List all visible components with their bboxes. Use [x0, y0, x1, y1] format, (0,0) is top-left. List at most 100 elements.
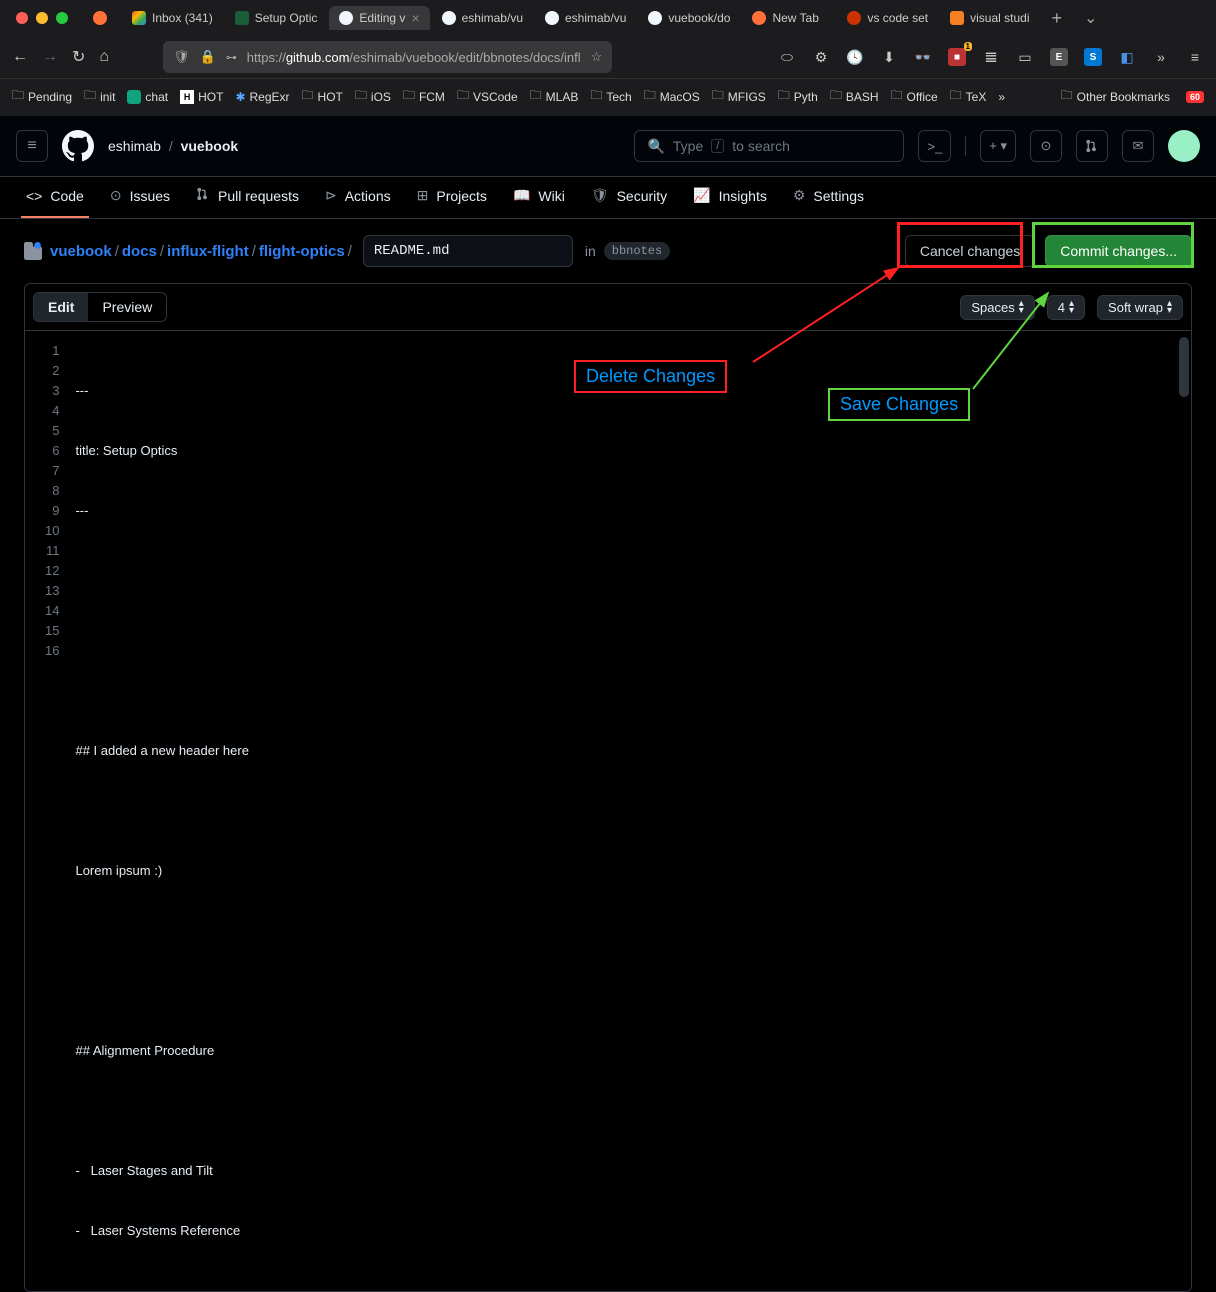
- branch-badge[interactable]: bbnotes: [604, 242, 670, 260]
- hamburger-menu[interactable]: ≡: [16, 130, 48, 162]
- bookmark-item[interactable]: 🗀BASH: [830, 86, 879, 107]
- bookmark-item[interactable]: 🗀Pending: [12, 86, 72, 107]
- cancel-changes-button[interactable]: Cancel changes: [905, 235, 1035, 267]
- indent-mode-dropdown[interactable]: Spaces▴▾: [960, 295, 1034, 320]
- repo-link[interactable]: vuebook: [181, 138, 239, 154]
- tab-security[interactable]: 🛡Security: [581, 177, 677, 218]
- ext-e[interactable]: E: [1050, 48, 1068, 66]
- pull-requests-button[interactable]: [1076, 130, 1108, 162]
- window-maximize[interactable]: [56, 12, 68, 24]
- github-logo[interactable]: [62, 130, 94, 162]
- tab-code[interactable]: <>Code: [16, 177, 94, 218]
- commit-changes-button[interactable]: Commit changes...: [1045, 235, 1192, 267]
- history-icon[interactable]: 🕓: [846, 48, 864, 66]
- browser-tab[interactable]: Setup Optic: [225, 6, 328, 30]
- overflow-icon[interactable]: »: [998, 90, 1005, 104]
- issues-button[interactable]: ⊙: [1030, 130, 1062, 162]
- in-label: in: [585, 243, 596, 259]
- tab-pull-requests[interactable]: Pull requests: [186, 177, 309, 218]
- user-avatar[interactable]: [1168, 130, 1200, 162]
- browser-tab[interactable]: eshimab/vu: [535, 6, 636, 30]
- editor-scrollbar[interactable]: [1179, 337, 1189, 397]
- home-button[interactable]: ⌂: [99, 48, 109, 66]
- browser-tab[interactable]: Inbox (341): [122, 6, 223, 30]
- path-segment[interactable]: docs: [122, 243, 157, 260]
- tab-settings[interactable]: ⚙Settings: [783, 177, 874, 218]
- bookmark-item[interactable]: ✱RegExr: [235, 90, 289, 104]
- github-search[interactable]: 🔍 Type / to search: [634, 130, 904, 162]
- indent-size-dropdown[interactable]: 4▴▾: [1047, 295, 1085, 320]
- browser-tab[interactable]: vuebook/do: [638, 6, 740, 30]
- filename-input[interactable]: [363, 235, 573, 267]
- folder-icon: 🗀: [403, 86, 415, 107]
- command-palette-button[interactable]: >_: [918, 130, 951, 162]
- bookmark-item[interactable]: 🗀MLAB: [530, 86, 579, 107]
- bookmark-item[interactable]: 🗀TeX: [950, 86, 987, 107]
- bookmark-item[interactable]: 🗀MacOS: [644, 86, 700, 107]
- tab-label: visual studi: [970, 11, 1029, 25]
- window-controls: [8, 12, 68, 24]
- code-editor[interactable]: 12345678910111213141516 --- title: Setup…: [25, 331, 1191, 1291]
- tab-issues[interactable]: ⊙Issues: [100, 177, 180, 218]
- tab-projects[interactable]: ⊞Projects: [407, 177, 497, 218]
- bookmark-star-icon[interactable]: ☆: [591, 49, 603, 65]
- mask-icon[interactable]: ⬭: [778, 48, 796, 66]
- bookmark-item[interactable]: 🗀init: [84, 86, 115, 107]
- bookmark-item[interactable]: HHOT: [180, 90, 223, 104]
- edit-tab[interactable]: Edit: [34, 293, 88, 321]
- wrap-dropdown[interactable]: Soft wrap▴▾: [1097, 295, 1183, 320]
- bookmark-item[interactable]: 🗀Pyth: [778, 86, 818, 107]
- menu-icon[interactable]: ≡: [1186, 48, 1204, 66]
- browser-tab[interactable]: eshimab/vu: [432, 6, 533, 30]
- create-new-button[interactable]: + ▾: [980, 130, 1016, 162]
- downloads-icon[interactable]: ⬇: [880, 48, 898, 66]
- ext-pocket[interactable]: ◧: [1118, 48, 1136, 66]
- browser-tab[interactable]: visual studi: [940, 6, 1039, 30]
- bookmark-item[interactable]: 🗀MFIGS: [712, 86, 766, 107]
- browser-tab[interactable]: [80, 6, 120, 30]
- owner-link[interactable]: eshimab: [108, 138, 161, 154]
- bookmark-item[interactable]: 🗀iOS: [355, 86, 391, 107]
- folder-icon: 🗀: [778, 86, 790, 107]
- path-segment[interactable]: flight-optics: [259, 243, 345, 260]
- reload-button[interactable]: ↻: [72, 47, 85, 67]
- folder-icon: 🗀: [84, 86, 96, 107]
- line-gutter: 12345678910111213141516: [25, 331, 75, 1291]
- glasses-icon[interactable]: 👓: [914, 48, 932, 66]
- other-bookmarks[interactable]: 🗀Other Bookmarks: [1061, 86, 1170, 107]
- bookmark-item[interactable]: 🗀VSCode: [457, 86, 518, 107]
- bookmark-item[interactable]: 🗀Tech: [590, 86, 631, 107]
- path-segment[interactable]: influx-flight: [167, 243, 249, 260]
- reader-icon[interactable]: ▭: [1016, 48, 1034, 66]
- inbox-button[interactable]: ✉: [1122, 130, 1154, 162]
- preview-tab[interactable]: Preview: [88, 293, 166, 321]
- browser-tab[interactable]: vs code set: [837, 6, 938, 30]
- browser-tab-active[interactable]: Editing v×: [329, 6, 429, 30]
- path-root[interactable]: vuebook: [50, 243, 112, 260]
- address-bar[interactable]: 🛡 🔒 ⊶ https://github.com/eshimab/vuebook…: [163, 41, 612, 73]
- tab-wiki[interactable]: 📖Wiki: [503, 177, 575, 218]
- bookmark-item[interactable]: chat: [127, 90, 168, 104]
- extensions-icon[interactable]: ⚙: [812, 48, 830, 66]
- bookmark-item[interactable]: 🗀FCM: [403, 86, 445, 107]
- tab-insights[interactable]: 📈Insights: [683, 177, 777, 218]
- bookmark-item[interactable]: 🗀Office: [891, 86, 938, 107]
- forward-button[interactable]: →: [42, 48, 58, 66]
- window-close[interactable]: [16, 12, 28, 24]
- file-tree-icon[interactable]: [24, 242, 42, 260]
- window-minimize[interactable]: [36, 12, 48, 24]
- overflow-icon[interactable]: »: [1152, 48, 1170, 66]
- library-icon[interactable]: 𝌆: [982, 48, 1000, 66]
- browser-tab[interactable]: New Tab: [742, 6, 835, 30]
- close-icon[interactable]: ×: [411, 11, 419, 25]
- tab-actions[interactable]: ⊳Actions: [315, 177, 401, 218]
- github-icon: [339, 11, 353, 25]
- bookmark-item[interactable]: 🗀HOT: [302, 86, 343, 107]
- new-tab-button[interactable]: +: [1042, 8, 1073, 29]
- back-button[interactable]: ←: [12, 48, 28, 66]
- code-content[interactable]: --- title: Setup Optics --- ## I added a…: [75, 331, 248, 1291]
- ext-s[interactable]: S: [1084, 48, 1102, 66]
- folder-icon: 🗀: [530, 86, 542, 107]
- ext-badge[interactable]: ■1: [948, 48, 966, 66]
- tabs-overflow[interactable]: ⌄: [1074, 8, 1107, 28]
